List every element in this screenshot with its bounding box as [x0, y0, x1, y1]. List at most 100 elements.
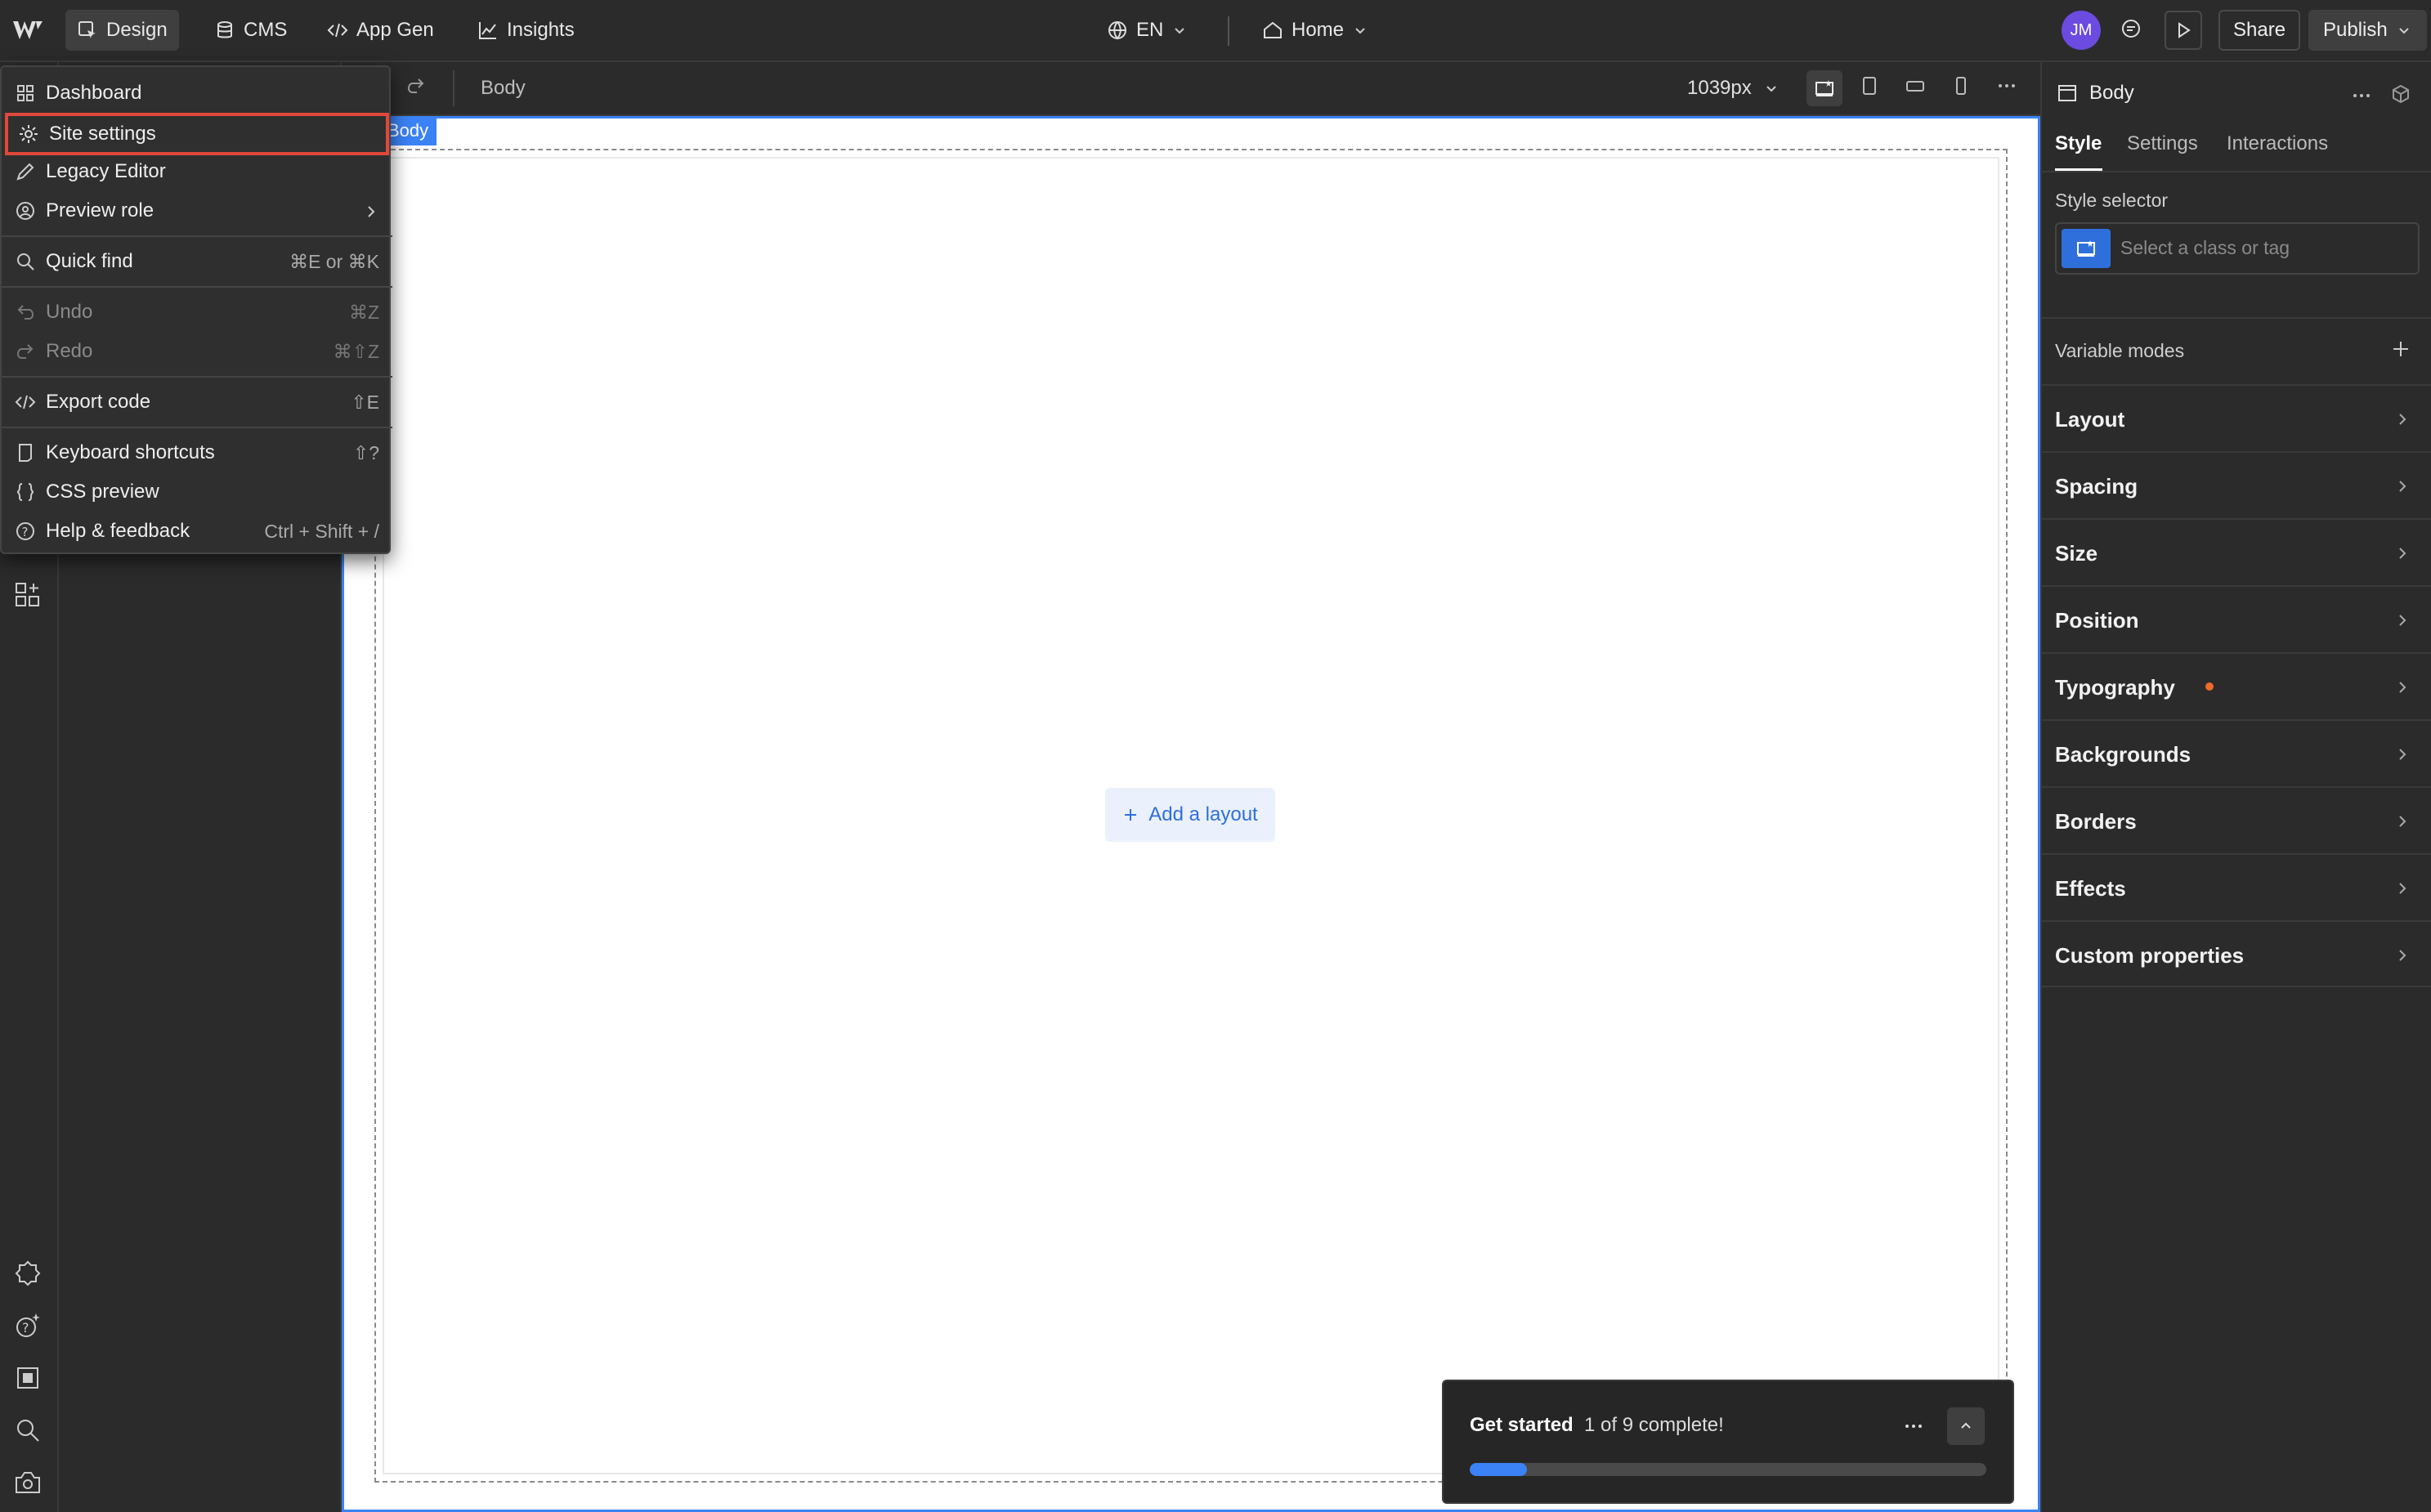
breakpoint-width: 1039px [1687, 77, 1752, 99]
publish-label: Publish [2323, 19, 2388, 41]
add-apps-icon[interactable] [13, 580, 43, 610]
desktop-star-icon [1814, 78, 1835, 99]
menu-item-legacy-editor[interactable]: Legacy Editor [2, 152, 392, 191]
tag-selector-button[interactable] [2062, 229, 2111, 268]
tab-cms[interactable]: CMS [203, 10, 298, 51]
collapse-button[interactable] [1947, 1407, 1985, 1445]
page-select[interactable]: Home [1251, 10, 1380, 51]
tab-settings[interactable]: Settings [2127, 132, 2198, 155]
section-title: Custom properties [2055, 943, 2245, 968]
apps-icon[interactable] [13, 1468, 43, 1497]
grid-icon [15, 83, 36, 104]
tab-design[interactable]: Design [65, 10, 179, 51]
top-bar: Design CMS App Gen Insights EN Home JM S… [0, 0, 2431, 62]
menu-item-label: Quick find [46, 250, 133, 272]
add-layout-button[interactable]: Add a layout [1105, 788, 1275, 842]
phone-portrait-icon[interactable] [1950, 75, 1972, 96]
avatar[interactable]: JM [2062, 11, 2101, 50]
preview-button[interactable] [2165, 11, 2202, 50]
menu-item-site-settings[interactable]: Site settings [5, 113, 389, 155]
comments-icon[interactable] [2120, 18, 2142, 39]
divider [453, 70, 454, 106]
more-icon[interactable] [1996, 75, 2017, 96]
section-typography[interactable]: Typography [2042, 652, 2431, 719]
chart-line-icon [477, 20, 499, 41]
chevron-down-icon [2396, 22, 2412, 38]
tablet-icon[interactable] [1859, 75, 1880, 96]
home-icon [1262, 20, 1283, 41]
navigator-icon[interactable] [13, 1363, 43, 1393]
menu-item-undo[interactable]: Undo ⌘Z [2, 293, 392, 332]
tab-app-gen[interactable]: App Gen [316, 10, 445, 51]
section-size[interactable]: Size [2042, 518, 2431, 585]
svg-text:?: ? [22, 1320, 29, 1335]
more-icon[interactable] [1903, 1416, 1924, 1437]
globe-icon [1107, 20, 1128, 41]
publish-button[interactable]: Publish [2308, 10, 2427, 51]
tab-interactions[interactable]: Interactions [2227, 132, 2328, 155]
menu-item-label: Site settings [49, 123, 156, 145]
menu-item-help-feedback[interactable]: ? Help & feedback Ctrl + Shift + / [2, 512, 392, 551]
redo-icon[interactable] [405, 75, 427, 96]
tab-insights[interactable]: Insights [466, 10, 586, 51]
section-title: Backgrounds [2055, 742, 2191, 767]
svg-text:?: ? [22, 525, 29, 539]
search-icon[interactable] [13, 1416, 43, 1445]
webflow-logo-icon[interactable] [11, 18, 44, 42]
add-layout-label: Add a layout [1148, 803, 1258, 825]
menu-divider [2, 235, 392, 237]
component-icon[interactable] [2390, 83, 2411, 105]
breakpoint-width-select[interactable]: 1039px [1687, 77, 1780, 100]
tab-app-gen-label: App Gen [356, 19, 434, 41]
phone-landscape-icon[interactable] [1905, 75, 1926, 96]
divider [2042, 317, 2431, 319]
chevron-right-icon [363, 203, 379, 219]
plus-icon[interactable] [2390, 338, 2411, 360]
canvas-toolbar [342, 62, 2040, 116]
tab-insights-label: Insights [507, 19, 575, 41]
section-spacing[interactable]: Spacing [2042, 451, 2431, 518]
help-ai-icon[interactable]: ? [13, 1311, 43, 1340]
menu-divider [2, 286, 392, 288]
menu-item-label: Undo [46, 301, 93, 323]
locale-label: EN [1136, 19, 1164, 41]
section-borders[interactable]: Borders [2042, 786, 2431, 853]
menu-item-quick-find[interactable]: Quick find ⌘E or ⌘K [2, 242, 392, 281]
get-started-panel [1442, 1380, 2014, 1504]
menu-item-redo[interactable]: Redo ⌘⇧Z [2, 332, 392, 371]
menu-item-preview-role[interactable]: Preview role [2, 191, 392, 230]
locale-select[interactable]: EN [1095, 10, 1199, 51]
menu-item-dashboard[interactable]: Dashboard [2, 74, 392, 113]
menu-item-label: Preview role [46, 199, 154, 221]
menu-item-keyboard-shortcuts[interactable]: Keyboard shortcuts ⇧? [2, 433, 392, 472]
settings-badge-icon[interactable] [13, 1259, 43, 1288]
divider [2042, 171, 2431, 172]
undo-icon [15, 302, 36, 323]
share-button[interactable]: Share [2218, 10, 2301, 51]
menu-item-shortcut: ⌘E or ⌘K [289, 250, 379, 272]
section-layout[interactable]: Layout [2042, 384, 2431, 451]
variable-modes-label: Variable modes [2055, 340, 2185, 361]
section-custom-properties[interactable]: Custom properties [2042, 920, 2431, 987]
chevron-right-icon [2393, 410, 2411, 428]
section-backgrounds[interactable]: Backgrounds [2042, 719, 2431, 786]
section-title: Spacing [2055, 474, 2138, 499]
breakpoint-desktop-button[interactable] [1806, 70, 1842, 106]
chevron-right-icon [2393, 946, 2411, 964]
progress-bar [1470, 1463, 1986, 1476]
chevron-down-icon [1763, 80, 1780, 96]
role-icon [15, 200, 36, 221]
menu-item-label: CSS preview [46, 481, 159, 503]
menu-item-shortcut: ⌘Z [348, 301, 379, 323]
menu-item-css-preview[interactable]: CSS preview [2, 472, 392, 512]
divider [1228, 16, 1229, 46]
section-position[interactable]: Position [2042, 585, 2431, 652]
more-icon[interactable] [2351, 85, 2372, 106]
tab-style[interactable]: Style [2055, 132, 2102, 155]
menu-item-shortcut: Ctrl + Shift + / [264, 520, 379, 542]
breadcrumb[interactable]: Body [481, 77, 526, 100]
section-effects[interactable]: Effects [2042, 853, 2431, 920]
chevron-right-icon [2393, 745, 2411, 763]
menu-item-export-code[interactable]: Export code ⇧E [2, 382, 392, 422]
chevron-down-icon [1171, 22, 1188, 38]
